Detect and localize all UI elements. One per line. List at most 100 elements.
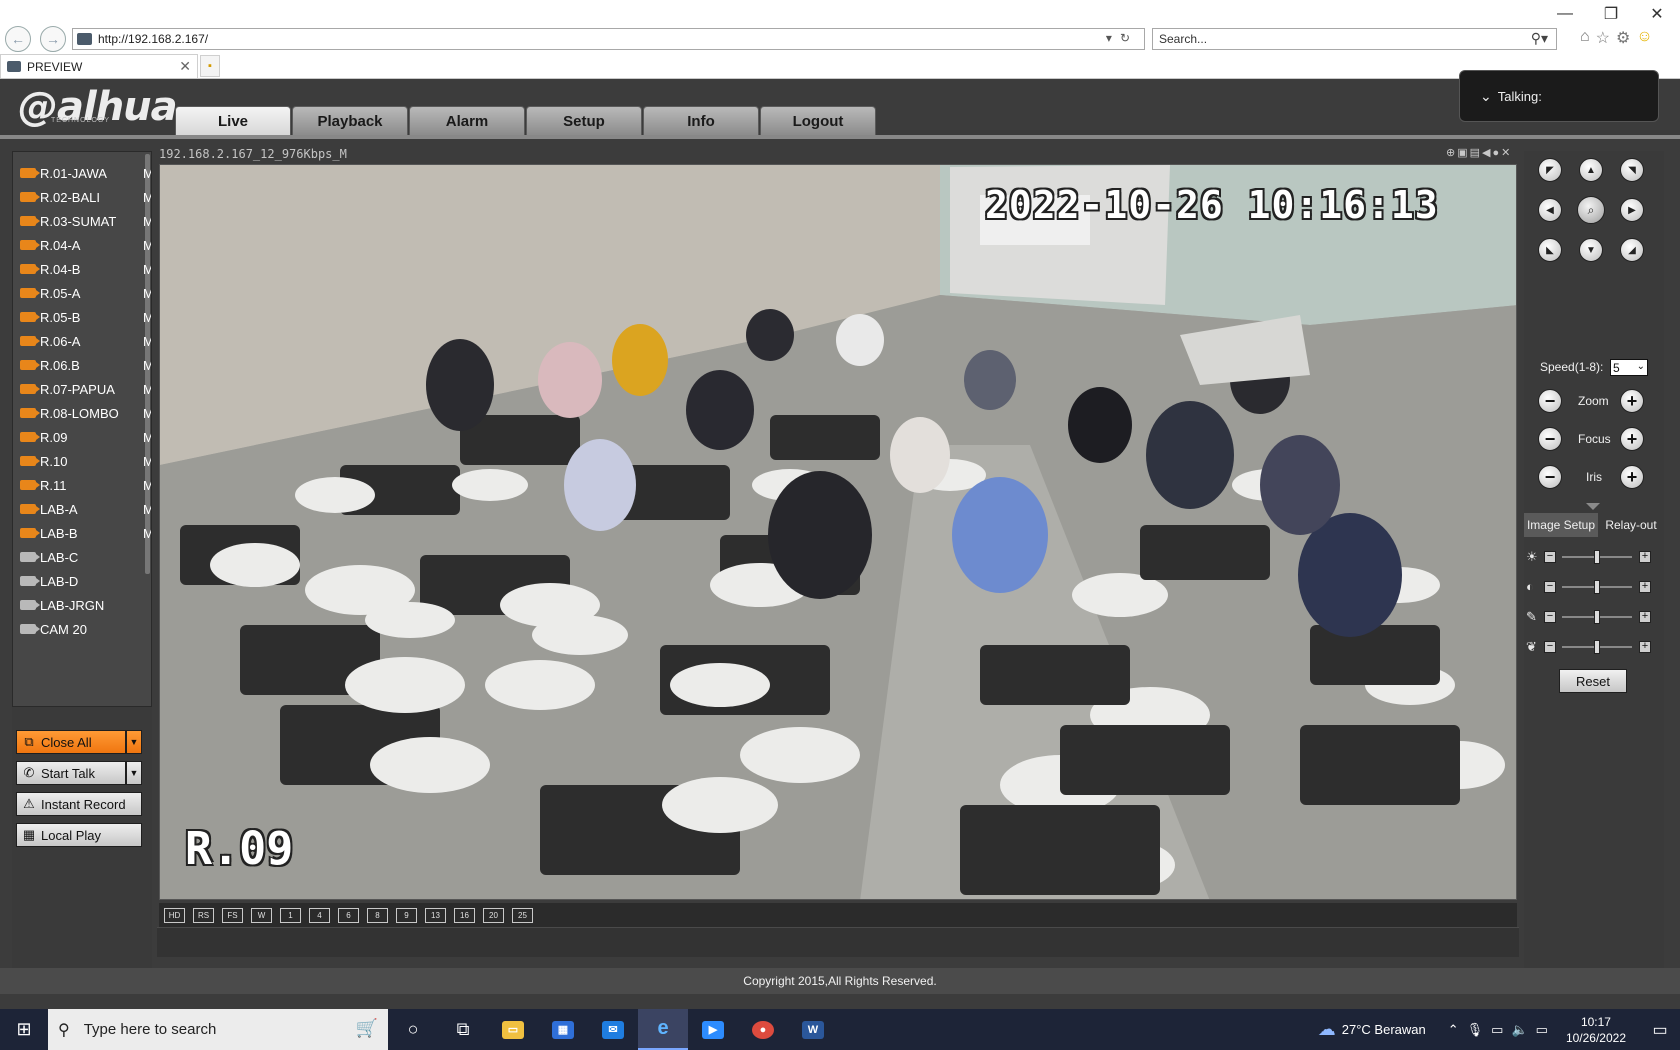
- speed-select[interactable]: 5 ⌄: [1610, 359, 1648, 376]
- camera-item[interactable]: R.10 M: [20, 451, 151, 471]
- local-play-button[interactable]: ▦ Local Play: [16, 823, 142, 847]
- back-button[interactable]: ←: [5, 26, 31, 52]
- camera-item[interactable]: R.04-B M: [20, 259, 151, 279]
- close-video-icon[interactable]: ✕: [1501, 147, 1512, 159]
- start-button[interactable]: ⊞: [0, 1009, 48, 1050]
- tab-close-icon[interactable]: ✕: [179, 58, 191, 75]
- address-bar[interactable]: http://192.168.2.167/ ▾↻: [72, 28, 1145, 50]
- dropdown-icon[interactable]: ▾: [1106, 31, 1120, 45]
- layout-button[interactable]: FS: [222, 907, 243, 923]
- taskbar-file-explorer[interactable]: ▭: [488, 1009, 538, 1050]
- cortana-button[interactable]: ○: [388, 1009, 438, 1050]
- taskbar-internet-explorer[interactable]: e: [638, 1009, 688, 1050]
- nav-tab-info[interactable]: Info: [643, 106, 759, 135]
- saturation-plus-button[interactable]: +: [1639, 611, 1651, 623]
- hue-plus-button[interactable]: +: [1639, 641, 1651, 653]
- brightness-plus-button[interactable]: +: [1639, 551, 1651, 563]
- network-icon[interactable]: ▭: [1491, 1022, 1511, 1037]
- camera-item[interactable]: LAB-JRGN: [20, 595, 130, 615]
- iris-minus-button[interactable]: −: [1538, 465, 1562, 489]
- camera-item[interactable]: R.08-LOMBO M: [20, 403, 151, 423]
- camera-stream-mark[interactable]: M: [143, 358, 151, 373]
- ptz-up-left-button[interactable]: ◤: [1538, 158, 1562, 182]
- camera-item[interactable]: R.04-A M: [20, 235, 151, 255]
- taskbar-store[interactable]: ▦: [538, 1009, 588, 1050]
- camera-stream-mark[interactable]: M: [143, 382, 151, 397]
- tray-icons[interactable]: ⌃🎙▭🔈▭: [1448, 1022, 1556, 1038]
- ptz-left-button[interactable]: ◀: [1538, 198, 1562, 222]
- hue-slider-handle[interactable]: [1594, 640, 1600, 654]
- layout-button[interactable]: HD: [164, 907, 185, 923]
- focus-minus-button[interactable]: −: [1538, 427, 1562, 451]
- weather-widget[interactable]: ☁ 27°C Berawan: [1318, 1019, 1426, 1040]
- camera-stream-mark[interactable]: M: [143, 526, 151, 541]
- camera-item[interactable]: R.06-A M: [20, 331, 151, 351]
- camera-item[interactable]: R.03-SUMAT M: [20, 211, 151, 231]
- camera-item[interactable]: LAB-D: [20, 571, 130, 591]
- favorites-star-icon[interactable]: ☆: [1596, 28, 1610, 48]
- taskbar-chrome[interactable]: ●: [738, 1009, 788, 1050]
- zoom-in-button[interactable]: +: [1620, 389, 1644, 413]
- camera-item[interactable]: R.09 M: [20, 427, 151, 447]
- camera-stream-mark[interactable]: M: [143, 286, 151, 301]
- camera-stream-mark[interactable]: M: [143, 334, 151, 349]
- restore-button[interactable]: ❐: [1588, 0, 1634, 28]
- taskbar-mail[interactable]: ✉: [588, 1009, 638, 1050]
- chevron-down-icon[interactable]: ⌄: [1480, 88, 1492, 105]
- contrast-slider-handle[interactable]: [1594, 580, 1600, 594]
- hue-minus-button[interactable]: −: [1544, 641, 1556, 653]
- contrast-minus-button[interactable]: −: [1544, 581, 1556, 593]
- new-tab-button[interactable]: ▪: [200, 55, 220, 77]
- camera-stream-mark[interactable]: M: [143, 214, 151, 229]
- layout-button[interactable]: 9: [396, 907, 417, 923]
- camera-stream-mark[interactable]: M: [143, 166, 151, 181]
- ptz-down-left-button[interactable]: ◣: [1538, 238, 1562, 262]
- tab-relay-out[interactable]: Relay-out: [1598, 513, 1664, 537]
- camera-stream-mark[interactable]: M: [143, 406, 151, 421]
- live-video-feed[interactable]: 2022-10-26 10:16:13 R.09: [159, 164, 1517, 900]
- refresh-icon[interactable]: ↻: [1120, 31, 1138, 45]
- task-view-button[interactable]: ⧉: [438, 1009, 488, 1050]
- ptz-up-right-button[interactable]: ◥: [1620, 158, 1644, 182]
- camera-item[interactable]: CAM 20: [20, 619, 130, 639]
- camera-item[interactable]: LAB-B M: [20, 523, 151, 543]
- search-icon[interactable]: ⚲▾: [1531, 30, 1548, 47]
- layout-button[interactable]: 4: [309, 907, 330, 923]
- ptz-right-button[interactable]: ▶: [1620, 198, 1644, 222]
- camera-stream-mark[interactable]: M: [143, 454, 151, 469]
- snapshot-icon[interactable]: ▣: [1457, 147, 1469, 159]
- nav-tab-live[interactable]: Live: [175, 106, 291, 135]
- start-talk-dropdown[interactable]: ▼: [126, 761, 142, 785]
- zoom-icon[interactable]: ⊕: [1446, 147, 1457, 159]
- camera-stream-mark[interactable]: M: [143, 262, 151, 277]
- camera-item[interactable]: LAB-C: [20, 547, 130, 567]
- camera-item[interactable]: LAB-A M: [20, 499, 151, 519]
- camera-item[interactable]: R.06.B M: [20, 355, 151, 375]
- browser-tab[interactable]: PREVIEW ✕: [0, 54, 198, 78]
- layout-button[interactable]: 13: [425, 907, 446, 923]
- taskbar-word[interactable]: W: [788, 1009, 838, 1050]
- ptz-center-zoom-button[interactable]: ⌕: [1577, 196, 1605, 224]
- speaker-icon[interactable]: 🔈: [1511, 1022, 1535, 1037]
- audio-icon[interactable]: ◀: [1482, 147, 1492, 159]
- close-all-button[interactable]: ⧉ Close All: [16, 730, 126, 754]
- camera-stream-mark[interactable]: M: [143, 310, 151, 325]
- reset-button[interactable]: Reset: [1559, 669, 1627, 693]
- instant-record-button[interactable]: ⚠ Instant Record: [16, 792, 142, 816]
- taskbar-search-input[interactable]: ⚲ Type here to search 🛒: [48, 1009, 388, 1050]
- brightness-slider-handle[interactable]: [1594, 550, 1600, 564]
- taskbar-clock[interactable]: 10:17 10/26/2022: [1566, 1014, 1626, 1046]
- layout-button[interactable]: RS: [193, 907, 214, 923]
- brightness-minus-button[interactable]: −: [1544, 551, 1556, 563]
- layout-button[interactable]: 16: [454, 907, 475, 923]
- zoom-out-button[interactable]: −: [1538, 389, 1562, 413]
- address-tools[interactable]: ▾↻: [1106, 31, 1138, 45]
- chevron-up-icon[interactable]: ⌃: [1448, 1022, 1467, 1037]
- camera-stream-mark[interactable]: M: [143, 502, 151, 517]
- camera-item[interactable]: R.01-JAWA M: [20, 163, 151, 183]
- layout-button[interactable]: 8: [367, 907, 388, 923]
- layout-button[interactable]: 1: [280, 907, 301, 923]
- forward-button[interactable]: →: [40, 26, 66, 52]
- saturation-minus-button[interactable]: −: [1544, 611, 1556, 623]
- camera-item[interactable]: R.02-BALI M: [20, 187, 151, 207]
